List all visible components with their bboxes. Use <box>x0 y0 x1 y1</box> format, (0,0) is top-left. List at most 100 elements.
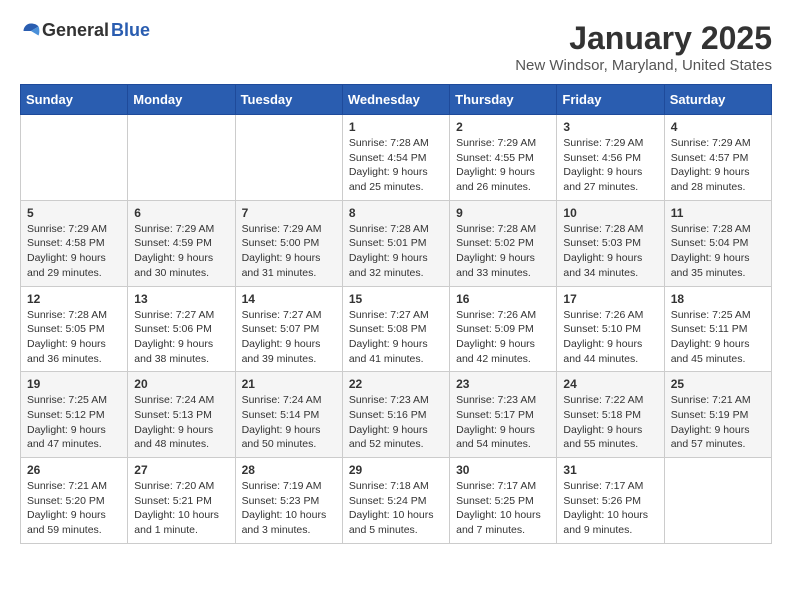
day-cell: 11Sunrise: 7:28 AM Sunset: 5:04 PM Dayli… <box>664 200 771 286</box>
day-cell: 3 Sunrise: 7:29 AM Sunset: 4:56 PM Daylig… <box>557 115 664 201</box>
day-number: 15 <box>349 292 443 306</box>
day-cell: 18 Sunrise: 7:25 AM Sunset: 5:11 PM Dayli… <box>664 286 771 372</box>
weekday-header-wednesday: Wednesday <box>342 85 449 115</box>
day-info: Sunrise: 7:21 AM Sunset: 5:20 PM Dayligh… <box>27 479 121 538</box>
day-cell: 14 Sunrise: 7:27 AM Sunset: 5:07 PM Dayli… <box>235 286 342 372</box>
day-info: Sunrise: 7:25 AM Sunset: 5:12 PM Dayligh… <box>27 393 121 452</box>
logo-general-text: General <box>42 20 109 41</box>
weekday-header-saturday: Saturday <box>664 85 771 115</box>
day-cell: 1 Sunrise: 7:28 AM Sunset: 4:54 PM Daylig… <box>342 115 449 201</box>
day-cell: 7Sunrise: 7:29 AM Sunset: 5:00 PM Daylig… <box>235 200 342 286</box>
weekday-header-friday: Friday <box>557 85 664 115</box>
day-cell: 16 Sunrise: 7:26 AM Sunset: 5:09 PM Dayli… <box>450 286 557 372</box>
day-number: 26 <box>27 463 121 477</box>
day-cell: 13Sunrise: 7:27 AM Sunset: 5:06 PM Dayli… <box>128 286 235 372</box>
day-info: Sunrise: 7:28 AM Sunset: 4:54 PM Dayligh… <box>349 136 443 195</box>
day-info: Sunrise: 7:17 AM Sunset: 5:26 PM Dayligh… <box>563 479 657 538</box>
day-cell: 6Sunrise: 7:29 AM Sunset: 4:59 PM Daylig… <box>128 200 235 286</box>
day-number: 27 <box>134 463 228 477</box>
day-number: 29 <box>349 463 443 477</box>
day-info: Sunrise: 7:28 AM Sunset: 5:04 PM Dayligh… <box>671 222 765 281</box>
week-row-3: 12 Sunrise: 7:28 AM Sunset: 5:05 PM Dayli… <box>21 286 772 372</box>
day-cell: 22 Sunrise: 7:23 AM Sunset: 5:16 PM Dayli… <box>342 372 449 458</box>
day-number: 9 <box>456 206 550 220</box>
weekday-header-row: SundayMondayTuesdayWednesdayThursdayFrid… <box>21 85 772 115</box>
day-cell: 20Sunrise: 7:24 AM Sunset: 5:13 PM Dayli… <box>128 372 235 458</box>
day-info: Sunrise: 7:23 AM Sunset: 5:16 PM Dayligh… <box>349 393 443 452</box>
day-number: 18 <box>671 292 765 306</box>
day-number: 25 <box>671 377 765 391</box>
week-row-1: 1 Sunrise: 7:28 AM Sunset: 4:54 PM Daylig… <box>21 115 772 201</box>
day-number: 28 <box>242 463 336 477</box>
day-cell: 10 Sunrise: 7:28 AM Sunset: 5:03 PM Dayli… <box>557 200 664 286</box>
weekday-header-monday: Monday <box>128 85 235 115</box>
day-number: 10 <box>563 206 657 220</box>
day-number: 2 <box>456 120 550 134</box>
day-info: Sunrise: 7:27 AM Sunset: 5:07 PM Dayligh… <box>242 308 336 367</box>
day-info: Sunrise: 7:29 AM Sunset: 4:56 PM Dayligh… <box>563 136 657 195</box>
weekday-header-thursday: Thursday <box>450 85 557 115</box>
day-number: 24 <box>563 377 657 391</box>
day-info: Sunrise: 7:26 AM Sunset: 5:09 PM Dayligh… <box>456 308 550 367</box>
day-number: 14 <box>242 292 336 306</box>
day-cell: 26 Sunrise: 7:21 AM Sunset: 5:20 PM Dayli… <box>21 458 128 544</box>
day-info: Sunrise: 7:23 AM Sunset: 5:17 PM Dayligh… <box>456 393 550 452</box>
day-cell: 19 Sunrise: 7:25 AM Sunset: 5:12 PM Dayli… <box>21 372 128 458</box>
day-cell: 29 Sunrise: 7:18 AM Sunset: 5:24 PM Dayli… <box>342 458 449 544</box>
day-number: 22 <box>349 377 443 391</box>
day-number: 17 <box>563 292 657 306</box>
day-info: Sunrise: 7:28 AM Sunset: 5:01 PM Dayligh… <box>349 222 443 281</box>
day-cell: 27 Sunrise: 7:20 AM Sunset: 5:21 PM Dayli… <box>128 458 235 544</box>
day-info: Sunrise: 7:18 AM Sunset: 5:24 PM Dayligh… <box>349 479 443 538</box>
day-number: 4 <box>671 120 765 134</box>
day-cell: 28 Sunrise: 7:19 AM Sunset: 5:23 PM Dayli… <box>235 458 342 544</box>
day-cell: 8 Sunrise: 7:28 AM Sunset: 5:01 PM Daylig… <box>342 200 449 286</box>
day-info: Sunrise: 7:26 AM Sunset: 5:10 PM Dayligh… <box>563 308 657 367</box>
day-number: 8 <box>349 206 443 220</box>
calendar-table: SundayMondayTuesdayWednesdayThursdayFrid… <box>20 84 772 544</box>
day-info: Sunrise: 7:29 AM Sunset: 4:55 PM Dayligh… <box>456 136 550 195</box>
day-info: Sunrise: 7:25 AM Sunset: 5:11 PM Dayligh… <box>671 308 765 367</box>
day-cell: 2 Sunrise: 7:29 AM Sunset: 4:55 PM Daylig… <box>450 115 557 201</box>
page-container: General Blue January 2025 New Windsor, M… <box>20 20 772 544</box>
logo: General Blue <box>20 20 150 41</box>
day-info: Sunrise: 7:29 AM Sunset: 5:00 PM Dayligh… <box>242 222 336 281</box>
day-info: Sunrise: 7:29 AM Sunset: 4:59 PM Dayligh… <box>134 222 228 281</box>
day-info: Sunrise: 7:27 AM Sunset: 5:06 PM Dayligh… <box>134 308 228 367</box>
header: General Blue January 2025 New Windsor, M… <box>20 20 772 74</box>
day-number: 23 <box>456 377 550 391</box>
day-info: Sunrise: 7:20 AM Sunset: 5:21 PM Dayligh… <box>134 479 228 538</box>
logo-icon <box>22 22 40 40</box>
day-number: 3 <box>563 120 657 134</box>
day-cell <box>21 115 128 201</box>
day-info: Sunrise: 7:28 AM Sunset: 5:05 PM Dayligh… <box>27 308 121 367</box>
day-info: Sunrise: 7:28 AM Sunset: 5:03 PM Dayligh… <box>563 222 657 281</box>
calendar-title: January 2025 <box>515 20 772 57</box>
week-row-5: 26 Sunrise: 7:21 AM Sunset: 5:20 PM Dayli… <box>21 458 772 544</box>
day-number: 1 <box>349 120 443 134</box>
day-cell: 24Sunrise: 7:22 AM Sunset: 5:18 PM Dayli… <box>557 372 664 458</box>
day-number: 16 <box>456 292 550 306</box>
day-cell: 21 Sunrise: 7:24 AM Sunset: 5:14 PM Dayli… <box>235 372 342 458</box>
day-cell: 30 Sunrise: 7:17 AM Sunset: 5:25 PM Dayli… <box>450 458 557 544</box>
day-cell: 15Sunrise: 7:27 AM Sunset: 5:08 PM Dayli… <box>342 286 449 372</box>
day-number: 31 <box>563 463 657 477</box>
day-number: 30 <box>456 463 550 477</box>
day-cell: 17 Sunrise: 7:26 AM Sunset: 5:10 PM Dayli… <box>557 286 664 372</box>
day-number: 21 <box>242 377 336 391</box>
weekday-header-tuesday: Tuesday <box>235 85 342 115</box>
day-info: Sunrise: 7:19 AM Sunset: 5:23 PM Dayligh… <box>242 479 336 538</box>
day-info: Sunrise: 7:24 AM Sunset: 5:14 PM Dayligh… <box>242 393 336 452</box>
day-info: Sunrise: 7:17 AM Sunset: 5:25 PM Dayligh… <box>456 479 550 538</box>
week-row-2: 5Sunrise: 7:29 AM Sunset: 4:58 PM Daylig… <box>21 200 772 286</box>
day-number: 19 <box>27 377 121 391</box>
day-number: 12 <box>27 292 121 306</box>
day-info: Sunrise: 7:21 AM Sunset: 5:19 PM Dayligh… <box>671 393 765 452</box>
day-info: Sunrise: 7:28 AM Sunset: 5:02 PM Dayligh… <box>456 222 550 281</box>
day-cell <box>128 115 235 201</box>
day-info: Sunrise: 7:24 AM Sunset: 5:13 PM Dayligh… <box>134 393 228 452</box>
day-info: Sunrise: 7:29 AM Sunset: 4:57 PM Dayligh… <box>671 136 765 195</box>
day-cell <box>235 115 342 201</box>
day-cell: 12 Sunrise: 7:28 AM Sunset: 5:05 PM Dayli… <box>21 286 128 372</box>
day-cell: 4 Sunrise: 7:29 AM Sunset: 4:57 PM Daylig… <box>664 115 771 201</box>
